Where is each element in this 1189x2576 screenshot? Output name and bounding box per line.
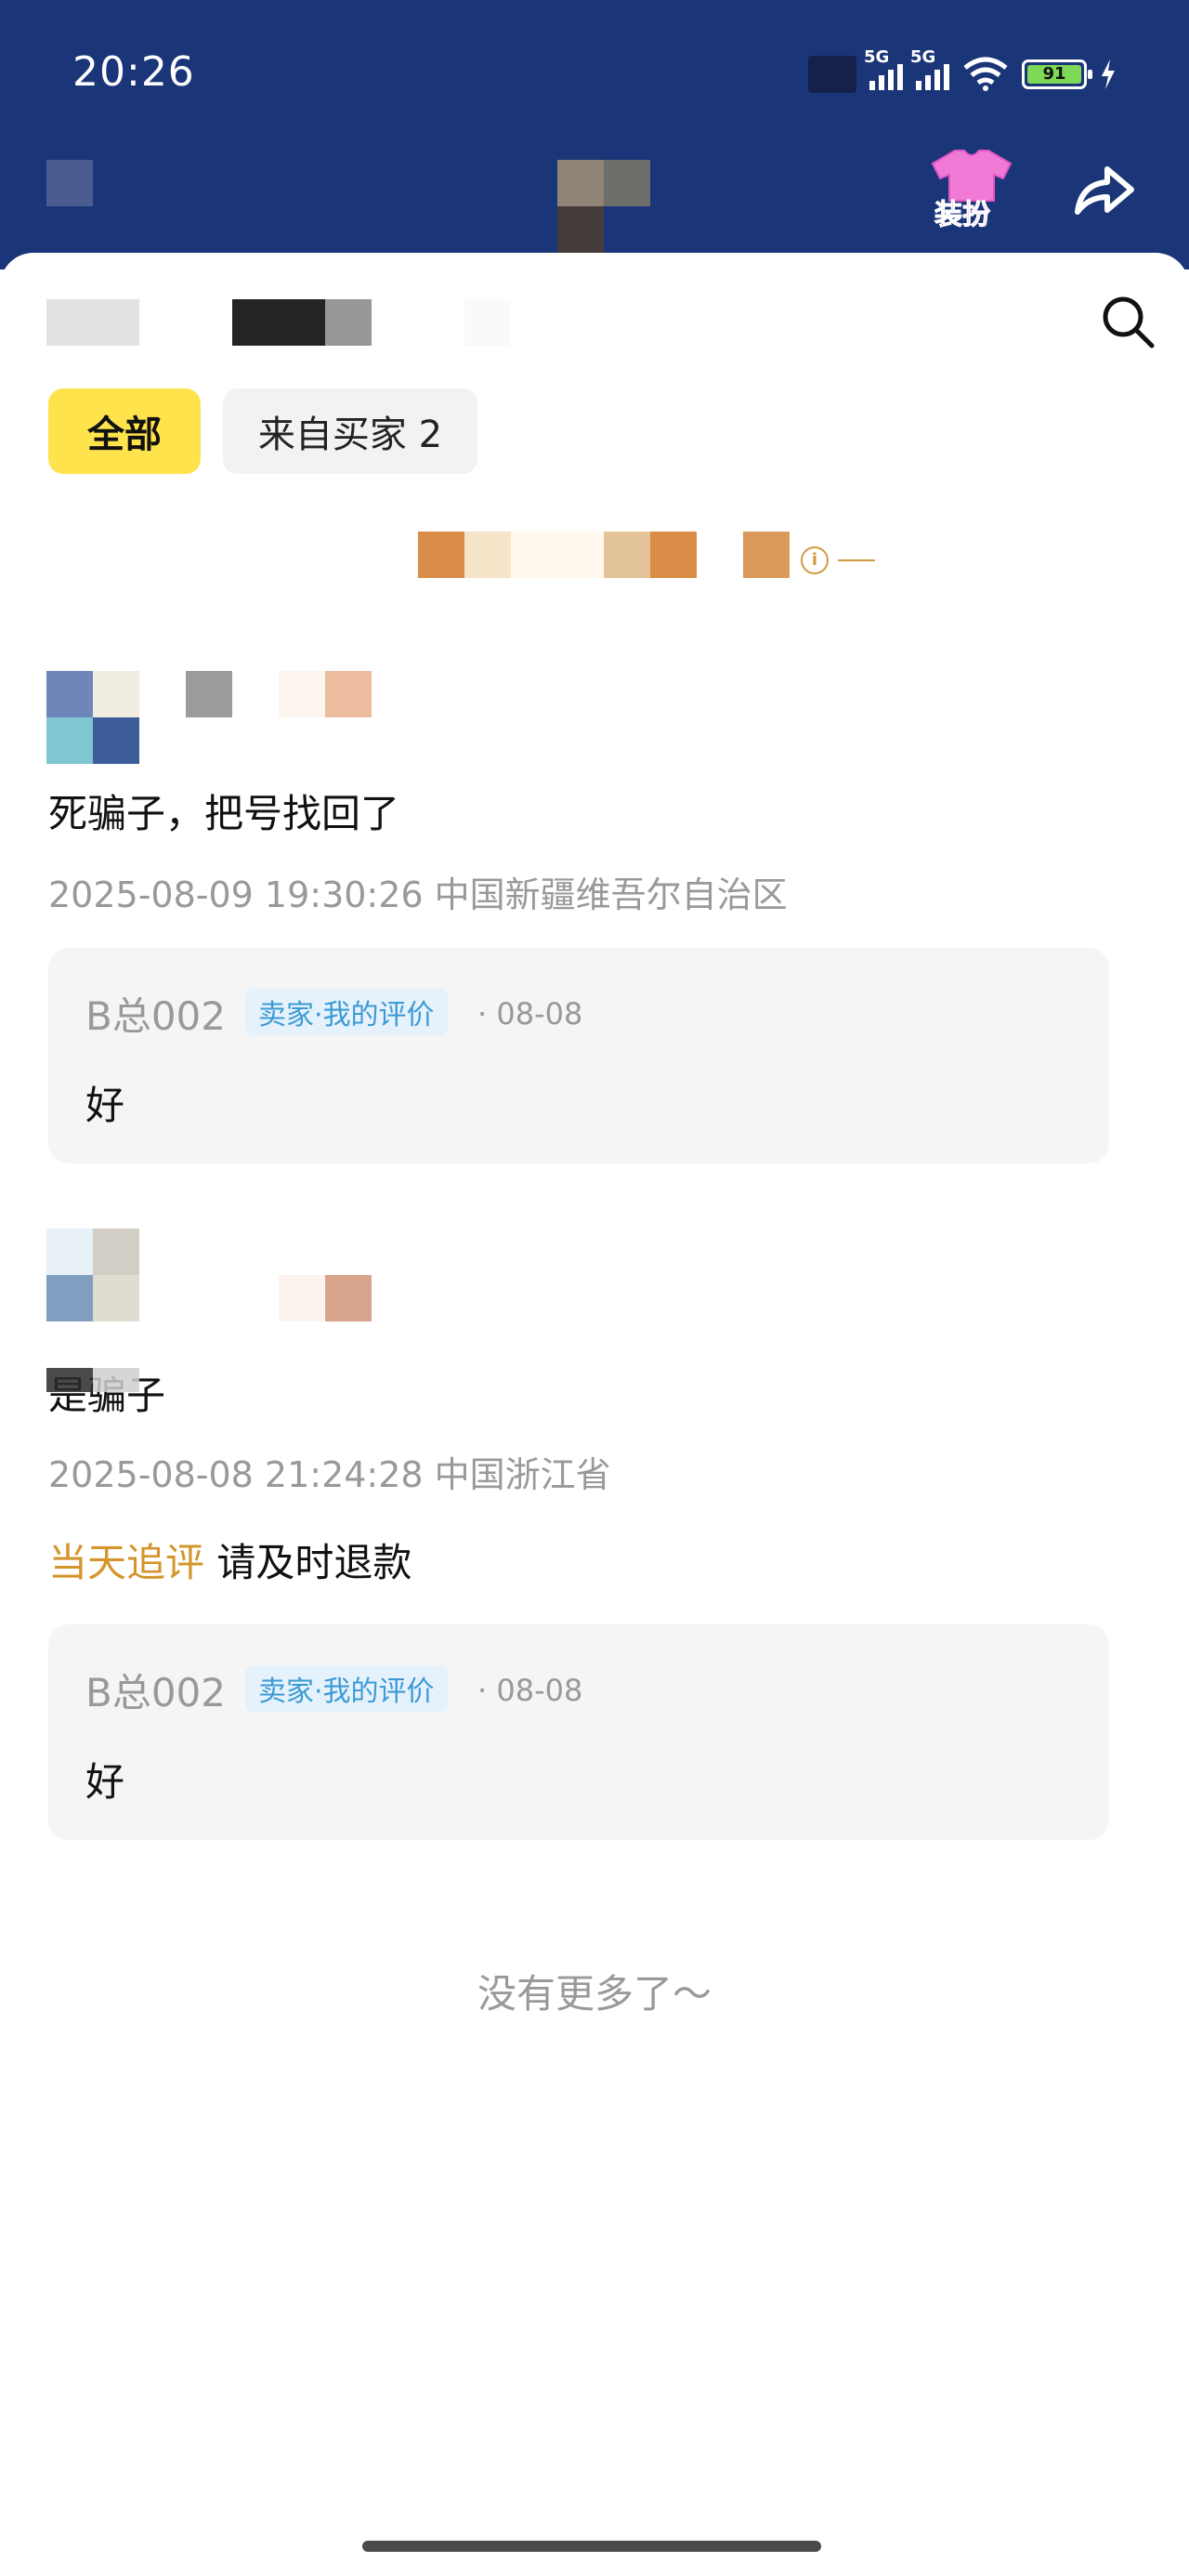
username-blur [325,671,372,717]
banner-blur-2 [464,532,511,578]
followup-text: 请及时退款 [216,1540,412,1585]
avatar-part [46,717,93,764]
username-blur [279,1275,325,1321]
home-indicator[interactable] [362,2541,821,2552]
banner-blur-5 [650,532,697,578]
title-avatar-blur-3 [557,206,604,253]
banner-blur-3 [511,532,604,578]
reply-author: B总002 [85,993,226,1039]
filter-tab-from-buyer[interactable]: 来自买家 2 [223,388,477,474]
top-tab-blur-1[interactable] [46,299,139,346]
costume-button[interactable]: 装扮 [929,147,1014,232]
followup-label: 当天追评 [48,1540,205,1585]
banner-blur-6 [743,532,790,578]
reply-text: 好 [85,1759,125,1805]
divider [838,559,875,561]
avatar-part [46,1275,93,1321]
seller-reply: B总002 卖家·我的评价 · 08-08 好 [48,1624,1109,1840]
title-avatar-blur-2 [604,160,650,206]
charging-icon [1102,59,1115,89]
filter-tab-all[interactable]: 全部 [48,388,201,474]
review-text-blur [93,1368,139,1392]
avatar-part [93,1229,139,1275]
notification-blur [808,56,856,93]
reply-date: · 08-08 [477,996,583,1032]
username-blur [186,671,232,717]
costume-label: 装扮 [934,199,991,232]
avatar-part [93,671,139,717]
avatar-part [93,717,139,764]
seller-tag: 卖家·我的评价 [245,989,448,1035]
top-tab-blur-4[interactable] [464,299,511,346]
avatar-part [93,1275,139,1321]
username-blur [325,1275,372,1321]
banner-blur-1 [418,532,464,578]
reply-text: 好 [85,1083,125,1128]
content-sheet [0,253,1189,2576]
avatar[interactable] [46,671,93,717]
search-button[interactable] [1098,292,1157,351]
status-icons: 5G 5G 91 [808,47,1117,97]
top-tab-blur-2[interactable] [232,299,325,346]
reply-date: · 08-08 [477,1673,583,1708]
seller-tag: 卖家·我的评价 [245,1665,448,1712]
wifi-icon [963,57,1008,91]
banner-info[interactable]: i [801,546,875,574]
review-text-blur [46,1368,93,1392]
info-icon[interactable]: i [801,546,829,574]
status-time: 20:26 [72,48,195,96]
signal-icon-2: 5G [910,47,949,90]
battery-icon: 91 [1022,59,1092,89]
avatar[interactable] [46,1229,93,1275]
no-more-text: 没有更多了～ [477,1971,712,2017]
signal-icon-1: 5G [864,47,903,90]
seller-reply: B总002 卖家·我的评价 · 08-08 好 [48,948,1109,1163]
reply-author: B总002 [85,1670,226,1715]
title-avatar-blur [557,160,604,206]
search-icon [1103,296,1155,348]
top-tab-blur-3[interactable] [325,299,372,346]
username-blur [279,671,325,717]
top-header: 20:26 5G 5G 91 装扮 [0,0,1189,269]
followup-review: 当天追评 请及时退款 [48,1531,412,1588]
review-text: 死骗子，把号找回了 [48,791,400,836]
review-meta: 2025-08-08 21:24:28 中国浙江省 [48,1454,611,1495]
back-button-blur[interactable] [46,160,93,206]
share-button[interactable] [1070,158,1137,225]
share-icon [1075,166,1134,215]
banner-blur-4 [604,532,650,578]
review-meta: 2025-08-09 19:30:26 中国新疆维吾尔自治区 [48,874,788,915]
